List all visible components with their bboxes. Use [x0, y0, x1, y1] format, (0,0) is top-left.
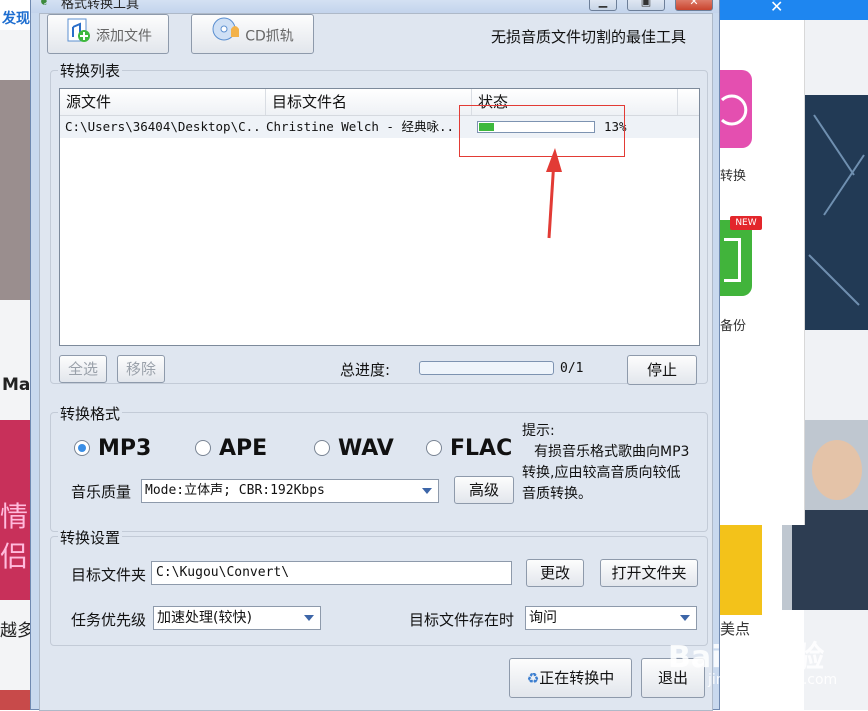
tool-label-backup: 备份 — [720, 319, 747, 334]
select-all-button[interactable]: 全选 — [59, 355, 107, 383]
annotation-highlight-box — [459, 105, 625, 157]
tool-label-convert: 转换 — [720, 169, 747, 184]
background-banner — [804, 95, 868, 330]
background-yellow-card — [720, 525, 762, 615]
radio-mp3[interactable]: MP3 — [74, 436, 174, 462]
minimize-icon: ▁ — [598, 0, 608, 8]
priority-select[interactable]: 加速处理(较快) — [153, 606, 321, 630]
convert-arrow-icon — [720, 94, 748, 126]
exists-value: 询问 — [529, 610, 557, 626]
radio-selected-dot — [78, 444, 86, 452]
baidu-watermark: Baidu经验 — [668, 640, 825, 675]
radio-wav[interactable]: WAV — [314, 436, 414, 462]
hint-line: 音质转换。 — [522, 486, 592, 502]
close-button[interactable]: ✕ — [675, 0, 713, 11]
new-badge: NEW — [730, 216, 762, 230]
remove-button[interactable]: 移除 — [117, 355, 165, 383]
convert-icon[interactable] — [720, 70, 752, 148]
radio-flac[interactable]: FLAC — [426, 436, 526, 462]
exists-select[interactable]: 询问 — [525, 606, 697, 630]
priority-value: 加速处理(较快) — [157, 610, 252, 626]
target-folder-value: C:\Kugou\Convert\ — [156, 565, 290, 580]
add-file-label: 添加文件 — [96, 28, 152, 45]
priority-label: 任务优先级 — [71, 611, 147, 629]
quality-value: Mode:立体声; CBR:192Kbps — [145, 483, 325, 498]
bg-discover-text: 发现 — [2, 11, 30, 27]
format-group-title: 转换格式 — [58, 403, 123, 424]
convert-status-icon: ♻ — [526, 671, 540, 687]
background-topbar: ✕ — [720, 0, 868, 20]
cd-icon — [211, 15, 241, 58]
column-header-target[interactable]: 目标文件名 — [266, 89, 472, 115]
change-folder-button[interactable]: 更改 — [526, 559, 584, 587]
target-folder-input[interactable]: C:\Kugou\Convert\ — [151, 561, 512, 585]
settings-group-title: 转换设置 — [58, 527, 123, 548]
banner-decoration — [808, 114, 865, 306]
open-folder-button[interactable]: 打开文件夹 — [600, 559, 698, 587]
app-icon: ❦ — [39, 0, 50, 8]
hint-box: 提示: 有损音乐格式歌曲向MP3 转换,应由较高音质向较低 音质转换。 — [522, 421, 689, 505]
quality-label: 音乐质量 — [71, 483, 132, 501]
chevron-down-icon — [304, 615, 314, 621]
converting-button[interactable]: ♻正在转换中 — [509, 658, 632, 698]
minimize-button[interactable]: ▁ — [589, 0, 617, 11]
radio-ape[interactable]: APE — [195, 436, 295, 462]
conversion-list-title: 转换列表 — [58, 60, 123, 81]
title-bar[interactable]: ❦ 格式转换工具 ▁ ▣ ✕ — [31, 0, 719, 13]
cd-rip-button[interactable]: CD抓轨 — [191, 14, 314, 54]
total-progress-label: 总进度: — [340, 361, 391, 379]
bg-more-text: 越多 — [0, 621, 34, 641]
total-progress-bar — [419, 361, 554, 375]
maximize-icon: ▣ — [640, 0, 652, 8]
total-count: 0/1 — [560, 361, 584, 376]
target-folder-label: 目标文件夹 — [71, 566, 147, 584]
hint-line: 转换,应由较高音质向较低 — [522, 465, 681, 481]
target-file-cell: Christine Welch - 经典咏.. — [266, 119, 455, 134]
stop-button[interactable]: 停止 — [627, 355, 697, 385]
chevron-down-icon — [422, 488, 432, 494]
add-file-icon — [64, 15, 92, 58]
advanced-button[interactable]: 高级 — [454, 476, 514, 504]
bg-close-icon[interactable]: ✕ — [770, 0, 783, 16]
slogan-text: 无损音质文件切割的最佳工具 — [491, 28, 687, 46]
add-file-button[interactable]: 添加文件 — [47, 14, 169, 54]
window-title: 格式转换工具 — [61, 0, 140, 12]
chevron-down-icon — [680, 615, 690, 621]
cd-rip-label: CD抓轨 — [245, 28, 294, 45]
hint-line: 有损音乐格式歌曲向MP3 — [534, 444, 690, 460]
hint-title: 提示: — [522, 423, 555, 439]
close-icon: ✕ — [689, 0, 699, 8]
exists-label: 目标文件存在时 — [409, 611, 515, 629]
column-header-source[interactable]: 源文件 — [60, 89, 266, 115]
watermark-url: jingyan.baidu.com — [708, 672, 838, 688]
maximize-button[interactable]: ▣ — [627, 0, 665, 11]
backup-icon[interactable] — [720, 220, 752, 296]
source-file-cell: C:\Users\36404\Desktop\C.. — [65, 119, 261, 134]
quality-select[interactable]: Mode:立体声; CBR:192Kbps — [141, 479, 439, 503]
